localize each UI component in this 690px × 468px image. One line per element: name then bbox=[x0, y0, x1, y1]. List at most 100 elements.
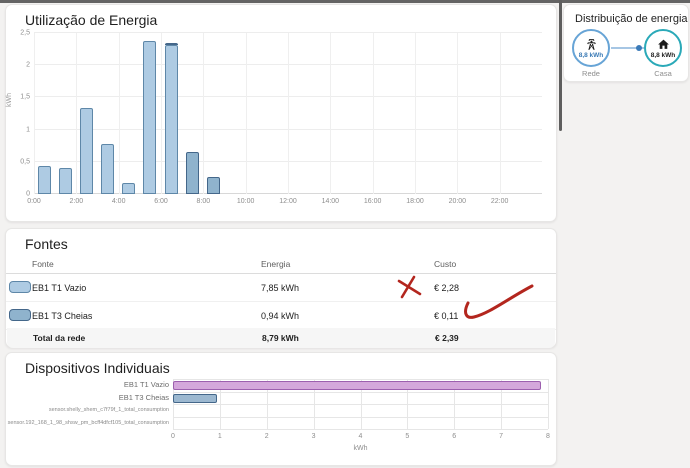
usage-x-tick: 10:00 bbox=[237, 198, 255, 205]
usage-gridline-v bbox=[330, 33, 331, 194]
usage-card-title: Utilização de Energia bbox=[25, 12, 157, 28]
usage-y-tick: 1 bbox=[26, 126, 30, 133]
source-row: EB1 T3 Cheias 0,94 kWh € 0,11 bbox=[6, 302, 556, 330]
usage-gridline-v bbox=[288, 33, 289, 194]
usage-y-tick: 2 bbox=[26, 62, 30, 69]
usage-y-tick: 1,5 bbox=[20, 94, 30, 101]
energy-flow-dot bbox=[636, 45, 642, 51]
devices-x-axis-label: kWh bbox=[173, 445, 548, 452]
total-energy: 8,79 kWh bbox=[262, 333, 299, 343]
usage-x-tick: 22:00 bbox=[491, 198, 509, 205]
usage-y-tick: 2,5 bbox=[20, 30, 30, 37]
devices-x-tick: 2 bbox=[265, 433, 269, 440]
source-name: EB1 T3 Cheias bbox=[32, 311, 92, 321]
devices-x-tick: 1 bbox=[218, 433, 222, 440]
devices-gridline-h bbox=[173, 379, 548, 380]
home-icon bbox=[657, 38, 670, 51]
source-name: EB1 T1 Vazio bbox=[32, 283, 86, 293]
usage-bar-5 bbox=[143, 41, 156, 194]
usage-card: Utilização de Energia kWh 00,511,522,5 0… bbox=[5, 4, 557, 222]
distribution-card-title: Distribuição de energia bbox=[575, 13, 688, 25]
devices-gridline-h bbox=[173, 417, 548, 418]
usage-x-tick: 4:00 bbox=[112, 198, 126, 205]
source-energy: 0,94 kWh bbox=[261, 311, 299, 321]
usage-x-tick: 18:00 bbox=[406, 198, 424, 205]
devices-x-tick: 5 bbox=[405, 433, 409, 440]
usage-bar-0 bbox=[38, 166, 51, 194]
usage-bar-8 bbox=[207, 177, 220, 194]
devices-x-tick: 8 bbox=[546, 433, 550, 440]
usage-gridline-v bbox=[246, 33, 247, 194]
devices-chart bbox=[173, 379, 548, 429]
usage-gridline-v bbox=[203, 33, 204, 194]
device-label: sensor.shelly_shem_c7f79f_1_total_consum… bbox=[49, 404, 169, 417]
usage-x-tick: 16:00 bbox=[364, 198, 382, 205]
devices-x-tick: 3 bbox=[312, 433, 316, 440]
grid-circle[interactable]: 8,8 kWh bbox=[572, 29, 610, 67]
source-row: EB1 T1 Vazio 7,85 kWh € 2,28 bbox=[6, 274, 556, 302]
usage-chart: 0:002:004:006:008:0010:0012:0014:0016:00… bbox=[34, 33, 542, 194]
usage-x-tick: 6:00 bbox=[154, 198, 168, 205]
home-energy-value: 8,8 kWh bbox=[651, 52, 676, 59]
header-energia: Energia bbox=[261, 259, 290, 269]
usage-gridline-v bbox=[415, 33, 416, 194]
home-node-label: Casa bbox=[644, 69, 682, 78]
usage-y-tick: 0,5 bbox=[20, 158, 30, 165]
source-energy: 7,85 kWh bbox=[261, 283, 299, 293]
source-cost: € 0,11 bbox=[434, 311, 458, 321]
devices-x-tick: 0 bbox=[171, 433, 175, 440]
source-cost: € 2,28 bbox=[434, 283, 459, 293]
device-bar bbox=[173, 394, 217, 403]
devices-x-tick: 7 bbox=[499, 433, 503, 440]
device-label: EB1 T3 Cheias bbox=[119, 392, 169, 405]
usage-gridline-v bbox=[76, 33, 77, 194]
devices-x-tick: 6 bbox=[452, 433, 456, 440]
top-border bbox=[0, 0, 690, 3]
devices-x-tick: 4 bbox=[359, 433, 363, 440]
usage-bar-2 bbox=[80, 108, 93, 194]
device-bar bbox=[173, 381, 541, 390]
usage-y-axis: 00,511,522,5 bbox=[8, 33, 32, 194]
usage-gridline-v bbox=[34, 33, 35, 194]
usage-gridline-v bbox=[161, 33, 162, 194]
source-color-swatch bbox=[9, 309, 31, 321]
device-label: EB1 T1 Vazio bbox=[124, 379, 169, 392]
devices-card: Dispositivos Individuais EB1 T1 VazioEB1… bbox=[5, 352, 557, 466]
usage-bar-6 bbox=[165, 43, 178, 45]
usage-x-tick: 0:00 bbox=[27, 198, 41, 205]
devices-x-axis: 0 1 2 3 4 5 6 7 8 bbox=[173, 433, 548, 443]
devices-gridline-h bbox=[173, 429, 548, 430]
usage-x-tick: 8:00 bbox=[197, 198, 211, 205]
home-circle[interactable]: 8,8 kWh bbox=[644, 29, 682, 67]
home-node: 8,8 kWh Casa bbox=[644, 29, 682, 78]
total-label: Total da rede bbox=[33, 333, 85, 343]
usage-x-tick: 12:00 bbox=[279, 198, 297, 205]
usage-gridline-v bbox=[119, 33, 120, 194]
usage-bar-1 bbox=[59, 168, 72, 194]
sources-card: Fontes Fonte Energia Custo EB1 T1 Vazio 7… bbox=[5, 228, 557, 348]
usage-x-tick: 2:00 bbox=[70, 198, 84, 205]
devices-gridline-h bbox=[173, 404, 548, 405]
usage-bar-3 bbox=[101, 144, 114, 194]
transmission-tower-icon bbox=[585, 38, 598, 51]
sources-card-title: Fontes bbox=[25, 236, 68, 252]
grid-energy-value: 8,8 kWh bbox=[579, 52, 604, 59]
header-fonte: Fonte bbox=[32, 259, 54, 269]
total-cost: € 2,39 bbox=[435, 333, 459, 343]
scrollbar-thumb[interactable] bbox=[559, 0, 562, 131]
usage-bar-4 bbox=[122, 183, 135, 194]
source-color-swatch bbox=[9, 281, 31, 293]
usage-y-tick: 0 bbox=[26, 191, 30, 198]
usage-x-tick: 20:00 bbox=[449, 198, 467, 205]
sources-total-row: Total da rede 8,79 kWh € 2,39 bbox=[7, 328, 555, 348]
header-custo: Custo bbox=[434, 259, 456, 269]
distribution-card: Distribuição de energia 8,8 kWh Rede 8,8… bbox=[563, 4, 689, 82]
usage-gridline-v bbox=[457, 33, 458, 194]
sources-table-body: EB1 T1 Vazio 7,85 kWh € 2,28 EB1 T3 Cheias 0… bbox=[6, 274, 556, 330]
devices-gridline-h bbox=[173, 392, 548, 393]
device-labels: EB1 T1 VazioEB1 T3 Cheiassensor.shelly_s… bbox=[10, 379, 169, 429]
usage-gridline-v bbox=[373, 33, 374, 194]
usage-bar-7 bbox=[186, 152, 199, 194]
grid-node-label: Rede bbox=[572, 69, 610, 78]
usage-bar-6 bbox=[165, 45, 178, 194]
